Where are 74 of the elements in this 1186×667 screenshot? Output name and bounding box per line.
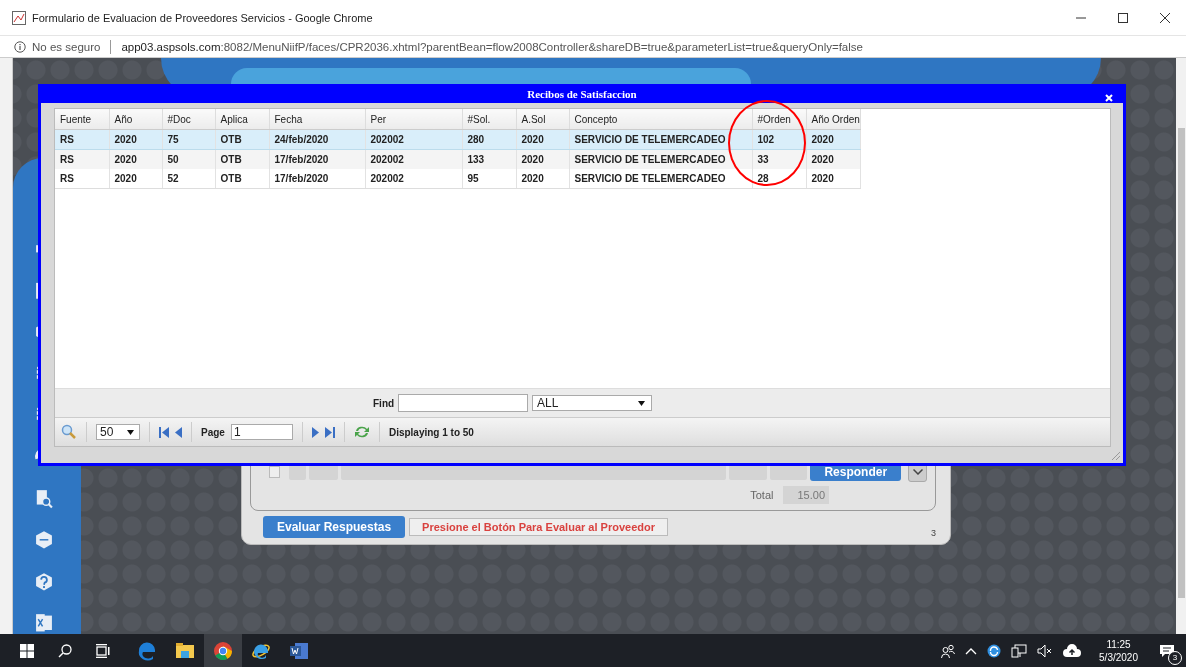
column-header[interactable]: Concepto: [569, 109, 752, 130]
table-cell: 17/feb/2020: [269, 169, 365, 189]
window-title: Formulario de Evaluacion de Proveedores Servicios - Google Chrome: [32, 11, 373, 24]
table-cell: SERVICIO DE TELEMERCADEO: [569, 169, 752, 189]
column-header[interactable]: #Orden: [752, 109, 806, 130]
table-row[interactable]: RS 2020 52 OTB 17/feb/2020 202002 95 2020 SERVICIO DE TELEMERCADEO 28 2020: [55, 169, 860, 189]
clock-date[interactable]: 5/3/2020: [1099, 650, 1138, 664]
task-view-icon[interactable]: [96, 643, 110, 658]
scrollbar[interactable]: [1176, 58, 1186, 634]
notification-icon[interactable]: [1159, 643, 1175, 658]
caret-icon: [638, 400, 646, 406]
first-page-icon[interactable]: [159, 426, 169, 438]
evaluate-button[interactable]: Evaluar Respuestas: [263, 516, 406, 538]
table-cell: 95: [462, 169, 516, 189]
speaker-muted-icon[interactable]: [1037, 643, 1054, 658]
page-number: 3: [931, 528, 936, 538]
checkbox[interactable]: [269, 466, 281, 478]
cloud-upload-icon[interactable]: [1063, 643, 1082, 658]
page-field[interactable]: 1: [230, 424, 293, 440]
word-document-icon[interactable]: [289, 640, 309, 661]
table-cell: RS: [55, 129, 109, 150]
table-row[interactable]: RS 2020 50 OTB 17/feb/2020 202002 133 2020 SERVICIO DE TELEMERCADEO 33 2020: [55, 149, 860, 169]
find-field[interactable]: [398, 394, 529, 412]
close-icon[interactable]: [1160, 12, 1170, 23]
table-cell: 2020: [109, 169, 162, 189]
last-page-icon[interactable]: [324, 426, 335, 438]
column-header[interactable]: #Doc: [162, 109, 215, 130]
pager-status: Displaying 1 to 50: [388, 426, 474, 438]
sync-icon[interactable]: [987, 643, 1002, 658]
dialog-title: Recibos de Satisfaccion: [527, 87, 637, 100]
column-header[interactable]: Per: [365, 109, 462, 130]
maximize-icon[interactable]: [1118, 12, 1128, 23]
column-header[interactable]: A.Sol: [516, 109, 569, 130]
table-cell: 202002: [365, 169, 462, 189]
table-cell: 52: [162, 169, 215, 189]
table-cell: 2020: [516, 169, 569, 189]
table-cell: OTB: [215, 169, 269, 189]
total-label: Total: [750, 489, 774, 501]
table-cell: RS: [55, 169, 109, 189]
column-header[interactable]: #Sol.: [462, 109, 516, 130]
refresh-icon[interactable]: [353, 425, 370, 439]
table-cell: 2020: [806, 169, 860, 189]
column-header[interactable]: Año: [109, 109, 162, 130]
page-label: Page: [201, 426, 225, 438]
total-field: 15.00: [783, 486, 829, 504]
next-page-icon[interactable]: [311, 426, 319, 438]
chevron-up-icon[interactable]: [965, 646, 978, 655]
chrome-browser-icon[interactable]: [213, 640, 233, 661]
find-label: Find: [373, 397, 395, 409]
app-icon: [12, 10, 26, 25]
clock-time[interactable]: 11:25: [1106, 637, 1131, 651]
filter-select[interactable]: ALL: [532, 395, 653, 411]
resize-grip-icon[interactable]: [1111, 451, 1121, 461]
status-message: Presione el Botón Para Evaluar al Proveedor: [409, 518, 668, 536]
table-row[interactable]: RS 2020 75 OTB 24/feb/2020 202002 280 2020 SERVICIO DE TELEMERCADEO 102 2020: [55, 129, 860, 150]
url-text[interactable]: app03.aspsols.com:8082/MenuNiifP/faces/CPR2036.xhtml?parentBean=flow2008Controller&shareDB=true&parameterList=true&queryOnly=false: [121, 40, 863, 53]
notification-count: 3: [1168, 650, 1182, 665]
windows-start-icon[interactable]: [20, 643, 34, 658]
network-icon[interactable]: [1011, 643, 1028, 658]
column-header[interactable]: Fuente: [55, 109, 109, 130]
column-header[interactable]: Fecha: [269, 109, 365, 130]
search-icon[interactable]: [58, 643, 72, 658]
edge-browser-icon[interactable]: [137, 640, 157, 661]
caret-icon: [127, 429, 134, 435]
chevron-down-icon: [912, 469, 923, 475]
previous-page-icon[interactable]: [175, 426, 182, 438]
security-label[interactable]: No es seguro: [32, 40, 101, 53]
column-header[interactable]: Año Orden: [806, 109, 860, 130]
folder-icon[interactable]: [175, 640, 195, 661]
people-icon[interactable]: [941, 643, 956, 658]
page-size-select[interactable]: 50: [96, 424, 140, 440]
table-cell: RS: [55, 149, 109, 169]
column-header[interactable]: Aplica: [215, 109, 269, 130]
info-icon[interactable]: [14, 40, 26, 53]
